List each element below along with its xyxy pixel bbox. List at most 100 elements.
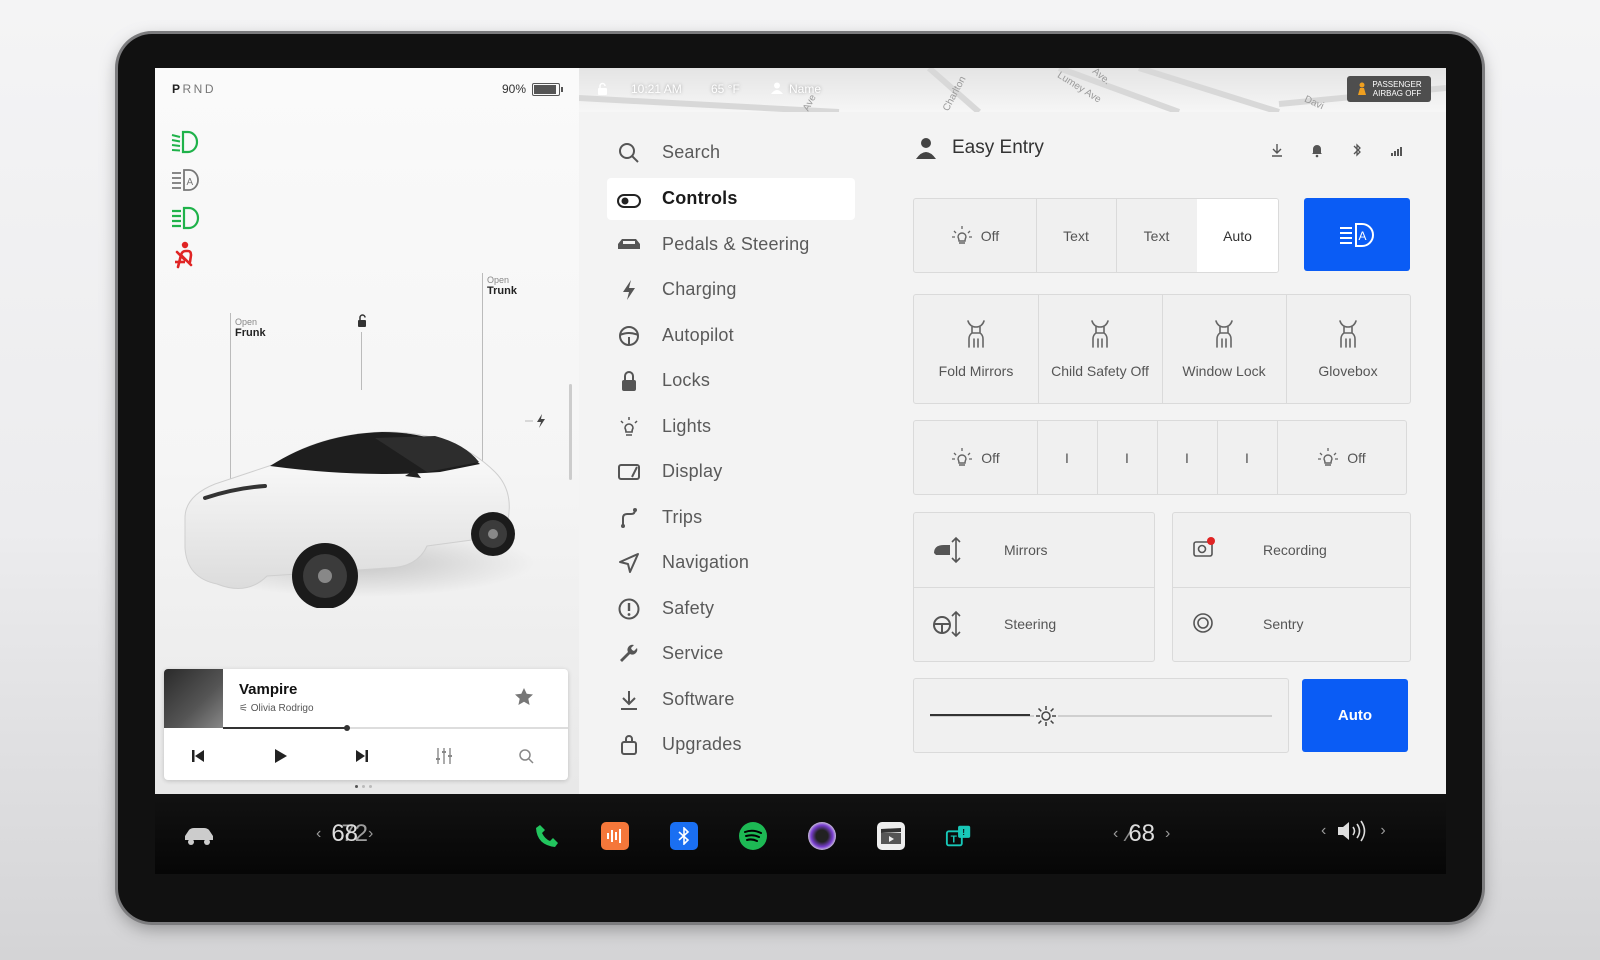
headlights-auto-option[interactable]: Auto	[1197, 199, 1278, 272]
favorite-star-icon[interactable]	[514, 687, 534, 707]
menu-item-label: Upgrades	[662, 734, 742, 755]
menu-item-controls[interactable]: Controls	[607, 177, 855, 220]
clapper-icon	[881, 828, 901, 844]
album-art[interactable]	[164, 669, 223, 728]
menu-item-safety[interactable]: Safety	[607, 586, 855, 632]
sun-icon[interactable]	[1034, 704, 1059, 728]
equalizer-button[interactable]	[428, 740, 460, 772]
previous-track-button[interactable]	[182, 740, 214, 772]
svg-text:T: T	[951, 835, 958, 846]
toybox-icon: T!	[945, 825, 971, 847]
adjust-panel: Mirrors Steering	[913, 512, 1155, 662]
passenger-temp-up[interactable]: ›	[1165, 825, 1170, 843]
menu-item-navigation[interactable]: Navigation	[607, 540, 855, 586]
driver-temp-up[interactable]: ›	[368, 825, 373, 843]
recording-button[interactable]: Recording	[1173, 513, 1410, 588]
alert-icon	[617, 597, 641, 621]
menu-item-upgrades[interactable]: Upgrades	[607, 722, 855, 768]
menu-item-autopilot[interactable]: Autopilot	[607, 313, 855, 359]
passenger-temperature: ‹ 68 ⁄ ›	[1113, 820, 1171, 847]
phone-app[interactable]	[533, 822, 561, 850]
progress-bar[interactable]	[223, 725, 568, 731]
toybox-app[interactable]: T!	[945, 822, 973, 850]
auto-high-beam-button[interactable]: A	[1304, 198, 1410, 271]
headlights-option-2[interactable]: Text	[1036, 199, 1117, 272]
outside-temperature: 65 °F	[711, 82, 740, 96]
bluetooth-icon	[1353, 143, 1361, 157]
menu-item-service[interactable]: Service	[607, 631, 855, 677]
wiper-option-6[interactable]: Off	[1277, 421, 1406, 494]
display-icon	[617, 460, 641, 484]
volume-up[interactable]: ›	[1380, 822, 1385, 840]
bluetooth-app[interactable]	[670, 822, 698, 850]
brightness-fill	[930, 714, 1031, 716]
download-icon	[617, 688, 641, 712]
menu-item-label: Service	[662, 643, 724, 664]
passenger-temp-down[interactable]: ‹	[1113, 825, 1118, 843]
wiper-option-5[interactable]: I	[1217, 421, 1278, 494]
navigation-icon	[617, 551, 641, 575]
spotify-icon	[744, 829, 762, 842]
profile-name[interactable]: Name	[789, 82, 821, 96]
signal-icon	[1391, 147, 1402, 156]
menu-item-label: Pedals & Steering	[662, 233, 810, 254]
driver-temp-down[interactable]: ‹	[316, 825, 321, 843]
car-panel-scroll	[569, 384, 572, 480]
volume-icon[interactable]	[1336, 820, 1370, 842]
frunk-label[interactable]: Open Frunk	[235, 317, 266, 339]
wiper-option-3[interactable]: I	[1097, 421, 1158, 494]
headlights-off-option[interactable]: Off	[914, 199, 1037, 272]
camera-app[interactable]	[808, 822, 836, 850]
gear-indicator: PRND	[172, 82, 217, 96]
battery-indicator: 90%	[502, 82, 564, 96]
menu-item-search[interactable]: Search	[607, 130, 855, 176]
window-lock-button[interactable]: Window Lock	[1162, 295, 1287, 403]
trunk-label[interactable]: Open Trunk	[487, 275, 517, 297]
screen: PRND 90% A Open Frunk Open Trunk Vampire…	[155, 68, 1446, 874]
child-safety-off-button[interactable]: Child Safety Off	[1038, 295, 1163, 403]
profile-icon[interactable]	[771, 82, 783, 94]
bulb-icon	[617, 415, 641, 439]
wiper-option-2[interactable]: I	[1037, 421, 1098, 494]
glovebox-button[interactable]: Glovebox	[1286, 295, 1410, 403]
easy-entry-header[interactable]: Easy Entry	[914, 136, 1044, 160]
seatbelt-warning-icon	[175, 241, 193, 269]
spotify-app[interactable]	[739, 822, 767, 850]
fold-mirrors-button[interactable]: Fold Mirrors	[914, 295, 1039, 403]
voice-app[interactable]	[601, 822, 629, 850]
theater-app[interactable]	[877, 822, 905, 850]
menu-item-display[interactable]: Display	[607, 449, 855, 495]
mirrors-button[interactable]: Mirrors	[914, 513, 1154, 588]
brightness-auto-button[interactable]: Auto	[1302, 679, 1408, 752]
brightness-slider[interactable]	[913, 678, 1289, 753]
wiper-option-1[interactable]: Off	[914, 421, 1038, 494]
menu-item-lights[interactable]: Lights	[607, 404, 855, 450]
previous-icon	[192, 750, 204, 762]
menu-item-software[interactable]: Software	[607, 677, 855, 723]
sentry-button[interactable]: Sentry	[1173, 587, 1410, 661]
download-icon	[1272, 144, 1282, 157]
next-track-button[interactable]	[346, 740, 378, 772]
search-icon	[519, 749, 534, 764]
lock-status-icon[interactable]	[597, 82, 609, 96]
phone-icon	[536, 825, 558, 847]
menu-item-label: Charging	[662, 279, 737, 300]
menu-item-label: Search	[662, 142, 721, 163]
media-search-button[interactable]	[510, 740, 542, 772]
menu-item-trips[interactable]: Trips	[607, 495, 855, 541]
volume-down[interactable]: ‹	[1321, 822, 1326, 840]
unlock-icon[interactable]	[355, 314, 369, 328]
sentry-icon	[1193, 613, 1213, 633]
stream-icon: ⚟	[239, 703, 251, 714]
menu-item-locks[interactable]: Locks	[607, 358, 855, 404]
car-icon[interactable]	[183, 826, 215, 846]
menu-item-label: Lights	[662, 415, 712, 436]
headlights-option-3[interactable]: Text	[1116, 199, 1198, 272]
dock: ‹ 68 72 › T! ‹ 68 ⁄ › ‹ ›	[155, 794, 1446, 874]
wiper-option-4[interactable]: I	[1157, 421, 1218, 494]
play-button[interactable]	[264, 740, 296, 772]
menu-item-charging[interactable]: Charging	[607, 267, 855, 313]
menu-item-pedals-steering[interactable]: Pedals & Steering	[607, 222, 855, 268]
auto-high-beam-icon: A	[1340, 222, 1374, 247]
steering-button[interactable]: Steering	[914, 587, 1154, 661]
